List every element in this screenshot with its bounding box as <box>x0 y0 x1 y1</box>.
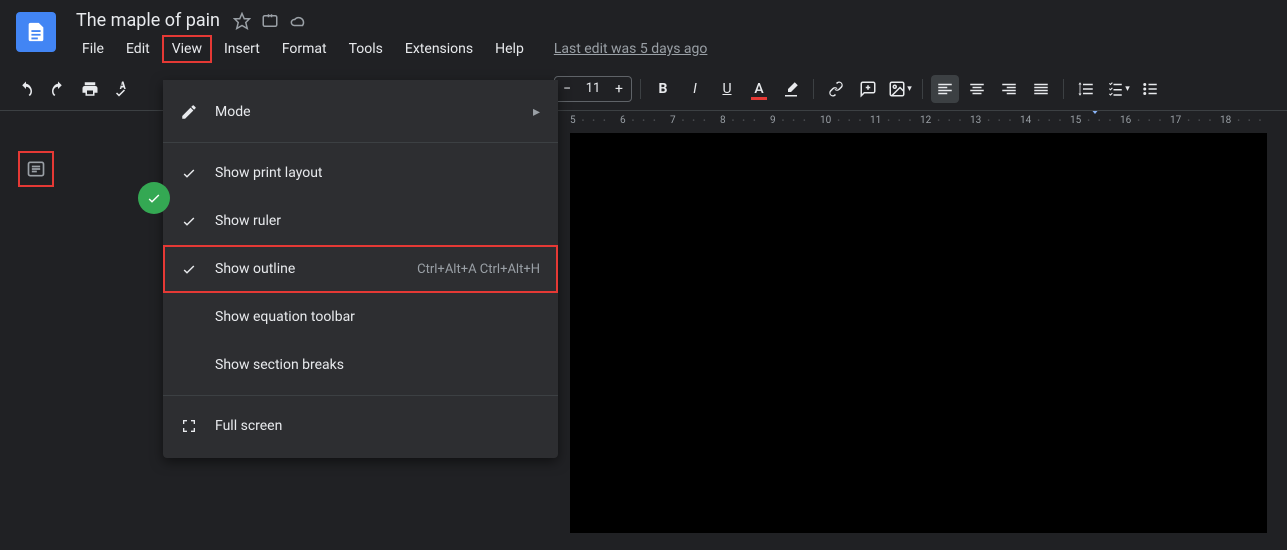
ruler-tick: 16 <box>1120 115 1170 126</box>
toolbar-separator <box>922 79 923 99</box>
ruler-tick: 12 <box>920 115 970 126</box>
redo-button[interactable] <box>44 75 72 103</box>
document-page[interactable] <box>570 133 1267 533</box>
move-icon[interactable] <box>260 11 280 31</box>
docs-logo[interactable] <box>16 12 56 52</box>
ruler-tick: 7 <box>670 115 720 126</box>
align-justify-button[interactable] <box>1027 75 1055 103</box>
show-ruler-item[interactable]: Show ruler <box>163 197 558 245</box>
outline-toggle-button[interactable] <box>18 151 54 187</box>
show-equation-toolbar-label: Show equation toolbar <box>215 309 540 325</box>
view-menu-dropdown: Mode ▸ Show print layout Show ruler Show… <box>163 80 558 458</box>
pencil-icon <box>177 100 201 124</box>
show-outline-label: Show outline <box>215 261 401 277</box>
menu-file[interactable]: File <box>72 35 114 63</box>
check-icon <box>177 161 201 185</box>
menubar: File Edit View Insert Format Tools Exten… <box>72 35 707 63</box>
ruler-tick: 5 <box>570 115 620 126</box>
title-row: The maple of pain <box>72 8 707 33</box>
align-center-button[interactable] <box>963 75 991 103</box>
full-screen-label: Full screen <box>215 418 540 434</box>
menu-insert[interactable]: Insert <box>214 35 270 63</box>
menu-edit[interactable]: Edit <box>116 35 160 63</box>
check-badge-icon <box>138 182 170 214</box>
docs-icon <box>25 18 47 46</box>
spellcheck-button[interactable] <box>108 75 136 103</box>
toolbar-separator <box>640 79 641 99</box>
toolbar-separator <box>813 79 814 99</box>
outline-icon <box>26 159 46 179</box>
checklist-button[interactable]: ▾ <box>1104 75 1132 103</box>
view-mode-item[interactable]: Mode ▸ <box>163 88 558 136</box>
chevron-right-icon: ▸ <box>533 104 540 120</box>
blank-icon <box>177 305 201 329</box>
show-section-breaks-item[interactable]: Show section breaks <box>163 341 558 389</box>
header-main: The maple of pain File Edit View Insert … <box>72 8 707 63</box>
show-print-layout-item[interactable]: Show print layout <box>163 149 558 197</box>
font-size-increase[interactable]: + <box>607 77 631 101</box>
ruler-tick: 17 <box>1170 115 1220 126</box>
ruler-tick: 9 <box>770 115 820 126</box>
check-icon <box>177 257 201 281</box>
show-ruler-label: Show ruler <box>215 213 540 229</box>
ruler-tick: 15 <box>1070 115 1120 126</box>
show-section-breaks-label: Show section breaks <box>215 357 540 373</box>
font-size-decrease[interactable]: − <box>555 77 579 101</box>
menu-format[interactable]: Format <box>272 35 337 63</box>
ruler-tick: 6 <box>620 115 670 126</box>
menu-tools[interactable]: Tools <box>339 35 393 63</box>
bulleted-list-button[interactable] <box>1136 75 1164 103</box>
show-print-layout-label: Show print layout <box>215 165 540 181</box>
ruler-tick: 13 <box>970 115 1020 126</box>
toolbar-separator <box>1063 79 1064 99</box>
italic-button[interactable]: I <box>681 75 709 103</box>
align-right-button[interactable] <box>995 75 1023 103</box>
comment-button[interactable] <box>854 75 882 103</box>
check-icon <box>177 209 201 233</box>
ruler-tick: 11 <box>870 115 920 126</box>
fullscreen-icon <box>177 414 201 438</box>
ruler-tick: 18 <box>1220 115 1270 126</box>
ruler-indent-marker[interactable] <box>1090 111 1100 114</box>
view-mode-label: Mode <box>215 104 533 120</box>
align-left-button[interactable] <box>931 75 959 103</box>
left-gutter <box>0 111 72 533</box>
line-spacing-button[interactable] <box>1072 75 1100 103</box>
show-equation-toolbar-item[interactable]: Show equation toolbar <box>163 293 558 341</box>
doc-title[interactable]: The maple of pain <box>72 8 224 33</box>
cloud-status-icon[interactable] <box>288 11 308 31</box>
font-size-value[interactable]: 11 <box>579 81 607 96</box>
menu-divider <box>163 395 558 396</box>
menu-help[interactable]: Help <box>485 35 534 63</box>
header: The maple of pain File Edit View Insert … <box>0 0 1287 63</box>
menu-view[interactable]: View <box>162 35 212 63</box>
underline-button[interactable]: U <box>713 75 741 103</box>
print-button[interactable] <box>76 75 104 103</box>
star-icon[interactable] <box>232 11 252 31</box>
bold-button[interactable]: B <box>649 75 677 103</box>
font-size-group: − 11 + <box>554 76 632 102</box>
show-outline-shortcut: Ctrl+Alt+A Ctrl+Alt+H <box>417 262 540 277</box>
insert-image-button[interactable]: ▾ <box>886 75 914 103</box>
blank-icon <box>177 353 201 377</box>
ruler-tick: 10 <box>820 115 870 126</box>
undo-button[interactable] <box>12 75 40 103</box>
menu-extensions[interactable]: Extensions <box>395 35 483 63</box>
ruler-tick: 8 <box>720 115 770 126</box>
ruler-tick: 14 <box>1020 115 1070 126</box>
show-outline-item[interactable]: Show outline Ctrl+Alt+A Ctrl+Alt+H <box>163 245 558 293</box>
full-screen-item[interactable]: Full screen <box>163 402 558 450</box>
text-color-button[interactable]: A <box>745 75 773 103</box>
highlight-button[interactable] <box>777 75 805 103</box>
link-button[interactable] <box>822 75 850 103</box>
last-edit-link[interactable]: Last edit was 5 days ago <box>554 41 708 57</box>
menu-divider <box>163 142 558 143</box>
